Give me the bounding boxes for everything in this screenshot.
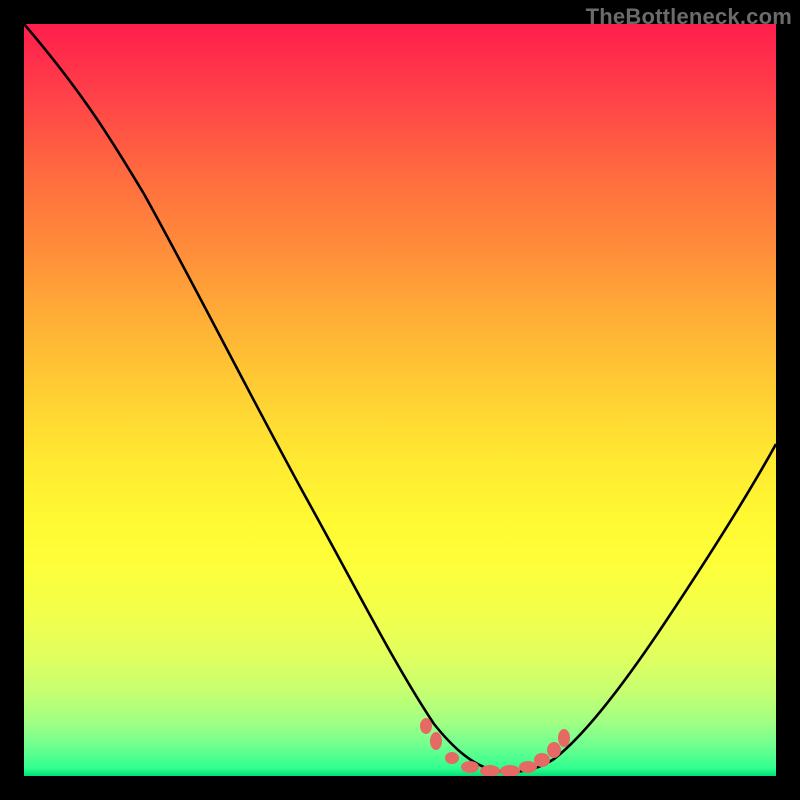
chart-frame: TheBottleneck.com [0, 0, 800, 800]
plot-area [24, 24, 776, 776]
curve-layer [24, 24, 776, 776]
bottleneck-curve [24, 24, 776, 772]
optimal-range-marker [420, 718, 570, 776]
